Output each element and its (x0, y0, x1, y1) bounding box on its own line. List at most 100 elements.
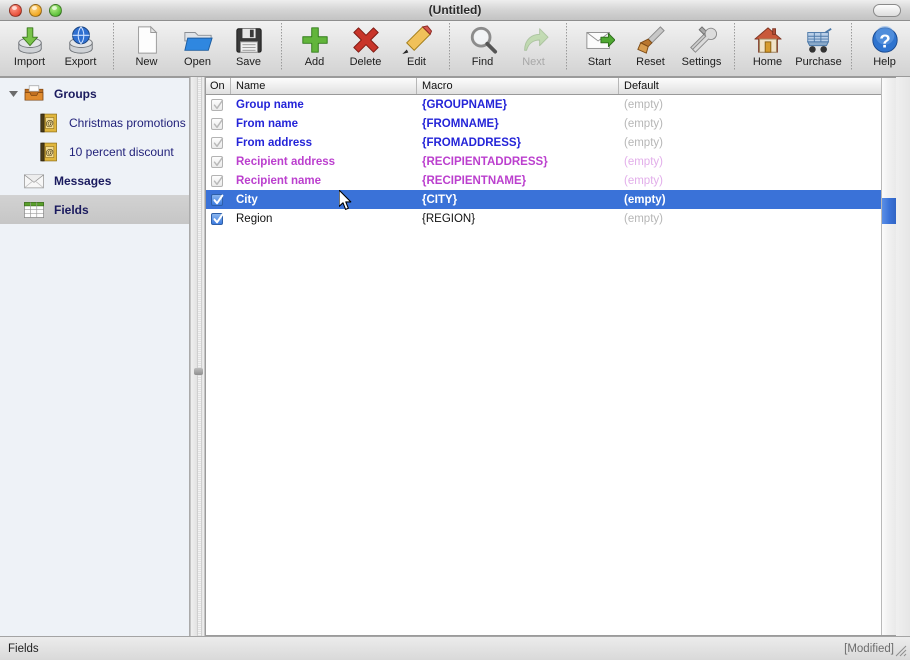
toolbar-button-open[interactable]: Open (172, 21, 223, 75)
resize-grip[interactable] (894, 644, 908, 658)
cell-macro[interactable]: {FROMNAME} (417, 114, 619, 133)
sidebar-item-label: Fields (54, 204, 89, 216)
cell-macro-text: {CITY} (422, 194, 457, 206)
cell-macro[interactable]: {CITY} (417, 190, 619, 209)
column-header-default[interactable]: Default (619, 78, 881, 94)
table-row[interactable]: Region {REGION} (empty) (206, 209, 881, 228)
cell-macro[interactable]: {GROUPNAME} (417, 95, 619, 114)
panel-splitter[interactable] (190, 77, 205, 636)
start-envelope-icon (584, 25, 616, 55)
splitter-grip[interactable] (194, 368, 203, 375)
column-header-name[interactable]: Name (231, 78, 417, 94)
toolbar-button-help[interactable]: ?Help (859, 21, 910, 75)
sidebar-item-fields[interactable]: Fields (0, 195, 189, 224)
cell-on[interactable] (206, 190, 231, 209)
toolbar-button-label: Import (14, 56, 45, 68)
toolbar-button-home[interactable]: Home (742, 21, 793, 75)
svg-text:?: ? (879, 31, 890, 52)
toolbar-button-start[interactable]: Start (574, 21, 625, 75)
cell-name[interactable]: From address (231, 133, 417, 152)
toolbar-button-label: Reset (636, 56, 665, 68)
cell-name-text: City (236, 194, 258, 206)
cell-on[interactable] (206, 133, 231, 152)
cell-default[interactable]: (empty) (619, 152, 881, 171)
cell-name[interactable]: Region (231, 209, 417, 228)
title-bar: (Untitled) (0, 0, 910, 21)
status-left-text: Fields (8, 643, 844, 655)
cell-on[interactable] (206, 152, 231, 171)
cell-default[interactable]: (empty) (619, 133, 881, 152)
column-header-macro[interactable]: Macro (417, 78, 619, 94)
row-enabled-checkbox[interactable] (211, 194, 223, 206)
sidebar-item-groups[interactable]: Groups (0, 79, 189, 108)
scrollbar-thumb[interactable] (882, 198, 896, 224)
toolbar-toggle-button[interactable] (873, 4, 901, 17)
cell-on[interactable] (206, 171, 231, 190)
settings-tools-icon (686, 25, 718, 55)
cell-name[interactable]: Recipient name (231, 171, 417, 190)
reset-broom-icon (635, 25, 667, 55)
toolbar-button-save[interactable]: Save (223, 21, 274, 75)
toolbar-button-purchase[interactable]: Purchase (793, 21, 844, 75)
toolbar-button-export[interactable]: Export (55, 21, 106, 75)
toolbar-button-new[interactable]: New (121, 21, 172, 75)
cell-default[interactable]: (empty) (619, 190, 881, 209)
table-row[interactable]: From address {FROMADDRESS}(empty) (206, 133, 881, 152)
cell-default[interactable]: (empty) (619, 171, 881, 190)
messages-envelope-icon (21, 169, 47, 193)
cell-default[interactable]: (empty) (619, 95, 881, 114)
address-book-icon: @ (36, 140, 62, 164)
sidebar-list: Groups @Christmas promotions @10 percent… (0, 78, 189, 636)
table-row[interactable]: Group name{GROUPNAME}(empty) (206, 95, 881, 114)
cell-default[interactable]: (empty) (619, 114, 881, 133)
cell-macro[interactable]: {RECIPIENTNAME} (417, 171, 619, 190)
toolbar-button-reset[interactable]: Reset (625, 21, 676, 75)
sidebar-item-christmas-promotions[interactable]: @Christmas promotions (0, 108, 189, 137)
row-enabled-checkbox[interactable] (211, 137, 223, 149)
import-drive-icon (14, 25, 46, 55)
toolbar-button-find[interactable]: Find (457, 21, 508, 75)
row-enabled-checkbox[interactable] (211, 99, 223, 111)
row-enabled-checkbox[interactable] (211, 156, 223, 168)
cell-name[interactable]: Recipient address (231, 152, 417, 171)
sidebar-item-10-percent-discount[interactable]: @10 percent discount (0, 137, 189, 166)
toolbar-button-delete[interactable]: Delete (340, 21, 391, 75)
column-header-on[interactable]: On (206, 78, 231, 94)
cell-name-text: From address (236, 137, 312, 149)
fields-table-icon (21, 198, 47, 222)
cell-macro-text: {RECIPIENTNAME} (422, 175, 526, 187)
cell-macro[interactable]: {FROMADDRESS} (417, 133, 619, 152)
row-enabled-checkbox[interactable] (211, 175, 223, 187)
cell-on[interactable] (206, 114, 231, 133)
table-row[interactable]: Recipient name {RECIPIENTNAME} (empty) (206, 171, 881, 190)
chevron-down-icon[interactable] (6, 87, 20, 101)
table-row[interactable]: City {CITY} (empty) (206, 190, 881, 209)
table-vertical-scrollbar[interactable] (881, 78, 896, 635)
cell-name[interactable]: From name (231, 114, 417, 133)
cell-macro[interactable]: {REGION} (417, 209, 619, 228)
cell-on[interactable] (206, 209, 231, 228)
cell-name[interactable]: City (231, 190, 417, 209)
toolbar-button-label: Edit (407, 56, 426, 68)
toolbar-button-label: Purchase (795, 56, 841, 68)
toolbar-button-label: Add (305, 56, 325, 68)
cell-macro[interactable]: {RECIPIENTADDRESS} (417, 152, 619, 171)
toolbar-button-label: Save (236, 56, 261, 68)
sidebar-item-messages[interactable]: Messages (0, 166, 189, 195)
row-enabled-checkbox[interactable] (211, 213, 223, 225)
cell-name-text: Recipient name (236, 175, 321, 187)
toolbar-button-settings[interactable]: Settings (676, 21, 727, 75)
toolbar-button-edit[interactable]: Edit (391, 21, 442, 75)
cell-on[interactable] (206, 95, 231, 114)
new-document-icon (131, 25, 163, 55)
toolbar-button-add[interactable]: Add (289, 21, 340, 75)
purchase-cart-icon (803, 25, 835, 55)
cell-default[interactable]: (empty) (619, 209, 881, 228)
table-row[interactable]: From name{FROMNAME}(empty) (206, 114, 881, 133)
cell-macro-text: {REGION} (422, 213, 475, 225)
table-row[interactable]: Recipient address{RECIPIENTADDRESS} (empt… (206, 152, 881, 171)
row-enabled-checkbox[interactable] (211, 118, 223, 130)
toolbar-button-import[interactable]: Import (4, 21, 55, 75)
cell-name[interactable]: Group name (231, 95, 417, 114)
cell-default-text: (empty) (624, 156, 663, 168)
